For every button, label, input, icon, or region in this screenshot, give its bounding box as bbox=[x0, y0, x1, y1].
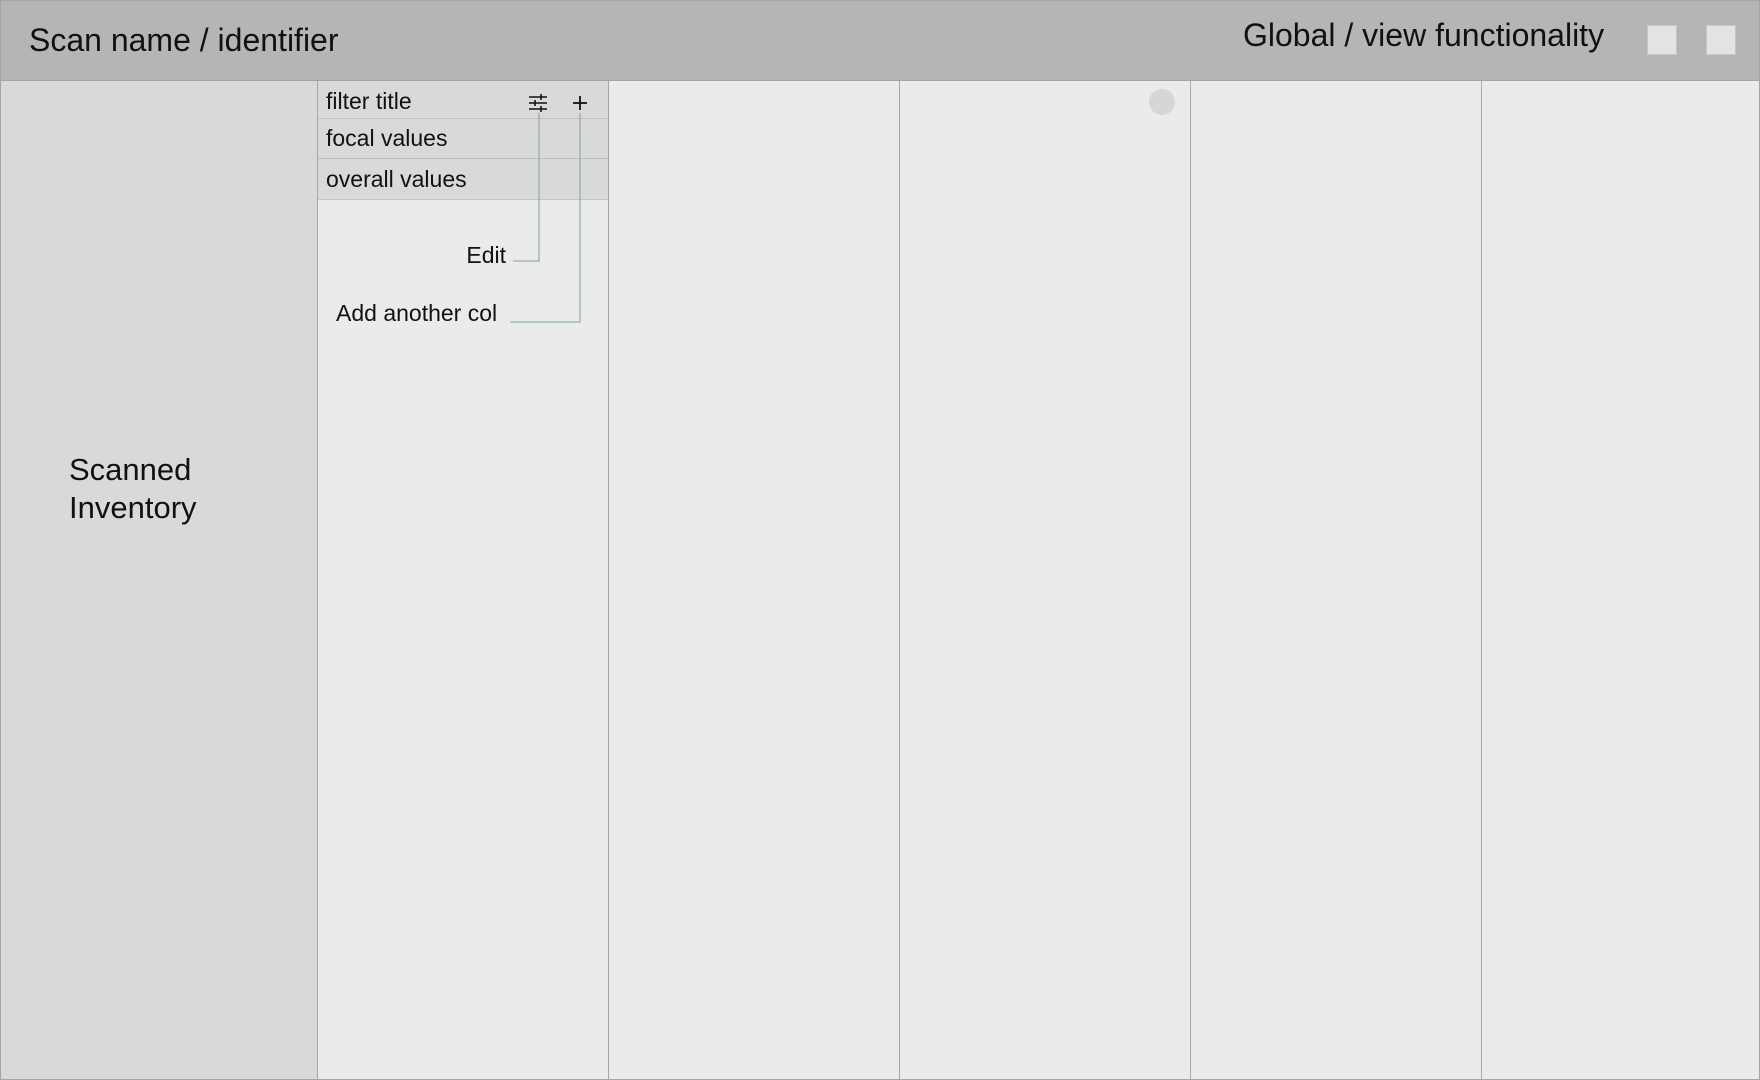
global-view-title: Global / view functionality bbox=[1243, 17, 1605, 53]
add-column-callout-label: Add another col bbox=[336, 300, 498, 326]
filter-column-1: filter title focal values overall values… bbox=[318, 81, 609, 1079]
data-column-3 bbox=[900, 81, 1191, 1079]
column-status-dot[interactable] bbox=[1149, 89, 1175, 115]
plus-icon[interactable] bbox=[568, 87, 592, 111]
scan-name-title: Scan name / identifier bbox=[29, 22, 339, 58]
header-bar: Scan name / identifier Global / view fun… bbox=[1, 1, 1759, 81]
data-column-2 bbox=[609, 81, 900, 1079]
filter-title-row: filter title bbox=[318, 81, 608, 119]
app-window: Scan name / identifier Global / view fun… bbox=[0, 0, 1760, 1080]
edit-callout-label: Edit bbox=[466, 242, 506, 268]
filter-title: filter title bbox=[326, 88, 412, 114]
sliders-icon[interactable] bbox=[526, 87, 550, 112]
view-toggle-button-1[interactable] bbox=[1647, 25, 1677, 55]
view-toggle-button-2[interactable] bbox=[1706, 25, 1736, 55]
data-column-4 bbox=[1191, 81, 1482, 1079]
data-column-5 bbox=[1482, 81, 1759, 1079]
sidebar-scanned-inventory: Scanned Inventory bbox=[1, 81, 318, 1079]
sidebar-label: Scanned Inventory bbox=[69, 452, 197, 525]
focal-values-row: focal values bbox=[318, 119, 608, 159]
overall-values-row: overall values bbox=[318, 159, 608, 200]
